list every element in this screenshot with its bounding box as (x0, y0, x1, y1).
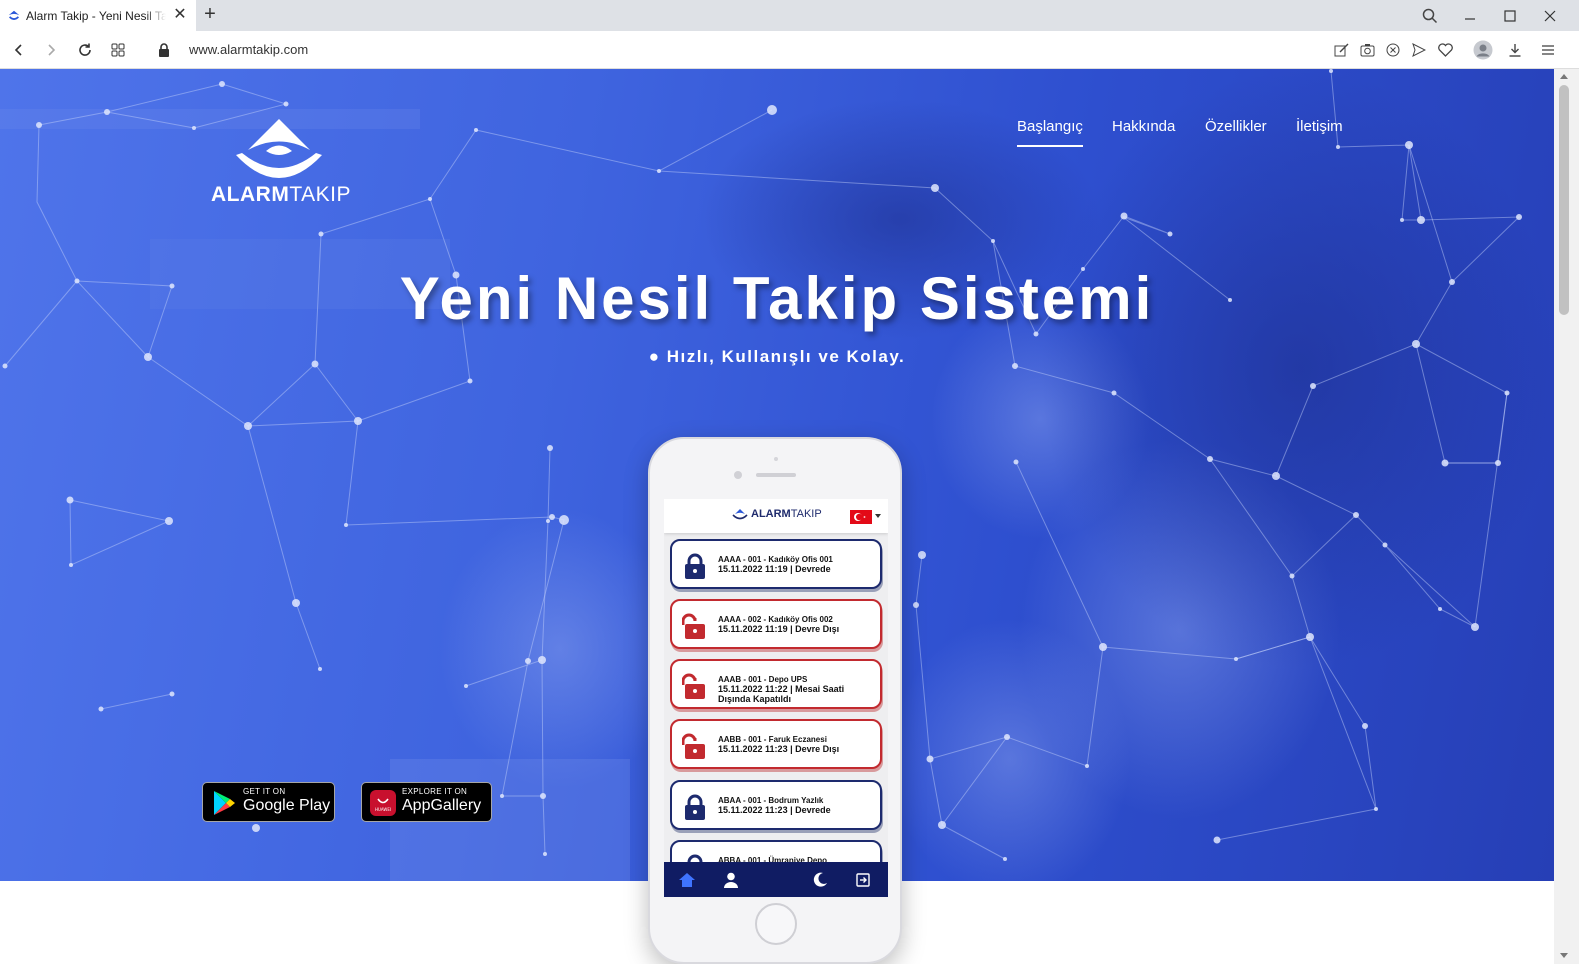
alarm-card-status: 15.11.2022 11:23 | Devre Dışı (718, 744, 840, 754)
app-logo-light: TAKIP (790, 508, 822, 520)
back-icon[interactable] (8, 39, 30, 61)
google-play-icon (214, 791, 235, 815)
maximize-icon[interactable] (1490, 0, 1530, 31)
edit-icon[interactable] (1330, 39, 1352, 61)
address-bar-url[interactable]: www.alarmtakip.com (189, 42, 308, 57)
logo-wordmark: ALARMTAKIP (208, 183, 354, 207)
alarm-card-status: 15.11.2022 11:23 | Devrede (718, 805, 831, 815)
alarm-card-title: AABB - 001 - Faruk Eczanesi (718, 735, 827, 744)
scroll-thumb[interactable] (1559, 85, 1569, 315)
appgallery-label: AppGallery (402, 797, 482, 814)
app-logo-icon (732, 509, 748, 520)
page-scrollbar[interactable] (1554, 69, 1579, 964)
menu-icon[interactable] (1537, 39, 1559, 61)
google-play-small: GET IT ON (243, 787, 286, 796)
alarm-card-status: 15.11.2022 11:22 | Mesai Saati (718, 684, 845, 694)
reload-icon[interactable] (74, 39, 96, 61)
alarm-card-title: AAAB - 001 - Depo UPS (718, 675, 808, 684)
address-toolbar: www.alarmtakip.com (0, 31, 1579, 69)
turkish-flag-icon[interactable] (850, 510, 872, 524)
nav-hakkinda[interactable]: Hakkında (1112, 118, 1175, 135)
nav-iletisim[interactable]: İletişim (1296, 118, 1343, 135)
scroll-up-icon[interactable] (1560, 74, 1568, 79)
hero-headline: Yeni Nesil Takip Sistemi (399, 265, 1155, 332)
speed-dial-icon[interactable] (107, 39, 129, 61)
close-tab-icon[interactable]: ✕ (172, 7, 188, 23)
lock-icon[interactable] (153, 39, 175, 61)
google-play-badge[interactable]: GET IT ON Google Play (202, 782, 335, 822)
browser-search-icon[interactable] (1410, 0, 1450, 31)
phone-sensor (774, 457, 778, 461)
download-icon[interactable] (1504, 39, 1526, 61)
new-tab-button[interactable]: + (200, 4, 220, 25)
app-tab-bar (664, 862, 888, 897)
app-header: ALARMTAKIP (664, 499, 888, 533)
svg-text:HUAWEI: HUAWEI (375, 807, 391, 812)
alarm-card-title: AAAA - 002 - Kadıköy Ofis 002 (718, 615, 833, 624)
alarm-card-status: 15.11.2022 11:19 | Devre Dışı (718, 624, 840, 634)
alarm-card-detail: Dışında Kapatıldı (718, 694, 792, 704)
unlocked-icon (682, 733, 705, 759)
alarm-card-title: ABAA - 001 - Bodrum Yazlık (718, 796, 824, 805)
profile-avatar-icon[interactable] (1472, 39, 1494, 61)
browser-window: Alarm Takip - Yeni Nesil Takip Sistemi ✕… (0, 0, 1579, 964)
nav-baslangic[interactable]: Başlangıç (1017, 118, 1083, 135)
hero-subline: ● Hızlı, Kullanışlı ve Kolay. (648, 347, 906, 366)
appgallery-small: EXPLORE IT ON (402, 787, 468, 796)
alarm-card[interactable]: AAAA - 002 - Kadıköy Ofis 002 15.11.2022 … (670, 599, 882, 649)
alarm-card-status: 15.11.2022 11:19 | Devrede (718, 564, 831, 574)
alarm-card[interactable]: AAAB - 001 - Depo UPS 15.11.2022 11:22 | … (670, 659, 882, 709)
app-logo: ALARMTAKIP (732, 508, 822, 520)
phone-speaker (756, 473, 796, 477)
active-nav-underline (1017, 145, 1083, 147)
moon-icon[interactable] (811, 871, 829, 889)
user-icon[interactable] (722, 871, 740, 889)
page-viewport: ALARMTAKIP Başlangıç Hakkında Özellikler… (0, 69, 1554, 964)
minimize-icon[interactable] (1450, 0, 1490, 31)
google-play-label: Google Play (243, 797, 331, 814)
alarm-card[interactable]: AAAA - 001 - Kadıköy Ofis 001 15.11.2022 … (670, 539, 882, 589)
close-window-icon[interactable] (1530, 0, 1570, 31)
logo-text-bold: ALARM (211, 183, 290, 206)
site-logo[interactable]: ALARMTAKIP (208, 113, 354, 209)
locked-icon (685, 794, 705, 820)
tab-title: Alarm Takip - Yeni Nesil Takip Sistemi (26, 8, 166, 23)
send-icon[interactable] (1408, 39, 1430, 61)
language-caret-icon[interactable] (875, 514, 881, 518)
phone-camera (734, 471, 742, 479)
alarm-card-title: AAAA - 001 - Kadıköy Ofis 001 (718, 555, 833, 564)
forward-icon[interactable] (40, 39, 62, 61)
appgallery-badge[interactable]: HUAWEI EXPLORE IT ON AppGallery (361, 782, 492, 822)
alarmtakip-favicon-icon (8, 10, 20, 20)
adblock-icon[interactable] (1382, 39, 1404, 61)
logo-text-light: TAKIP (289, 183, 351, 206)
app-screen: ALARMTAKIP AAAA - 001 - Kadıköy Ofis 001… (664, 499, 888, 897)
locked-icon (685, 553, 705, 579)
unlocked-icon (682, 613, 705, 639)
alarm-card[interactable]: ABAA - 001 - Bodrum Yazlık 15.11.2022 11:… (670, 780, 882, 830)
phone-home-button (755, 903, 797, 945)
nav-ozellikler[interactable]: Özellikler (1205, 118, 1267, 135)
browser-tab[interactable]: Alarm Takip - Yeni Nesil Takip Sistemi ✕ (0, 0, 196, 31)
unlocked-icon (682, 673, 705, 699)
app-logo-bold: ALARM (751, 508, 791, 520)
camera-icon[interactable] (1356, 39, 1378, 61)
huawei-appgallery-icon: HUAWEI (370, 790, 396, 816)
scroll-down-icon[interactable] (1560, 953, 1568, 958)
logout-icon[interactable] (855, 871, 873, 889)
alarmtakip-logo-icon (236, 119, 322, 178)
alarm-card[interactable]: AABB - 001 - Faruk Eczanesi 15.11.2022 11… (670, 719, 882, 769)
tab-strip: Alarm Takip - Yeni Nesil Takip Sistemi ✕… (0, 0, 1579, 31)
phone-mockup: ALARMTAKIP AAAA - 001 - Kadıköy Ofis 001… (648, 437, 902, 964)
heart-icon[interactable] (1434, 39, 1456, 61)
home-icon[interactable] (678, 871, 696, 889)
